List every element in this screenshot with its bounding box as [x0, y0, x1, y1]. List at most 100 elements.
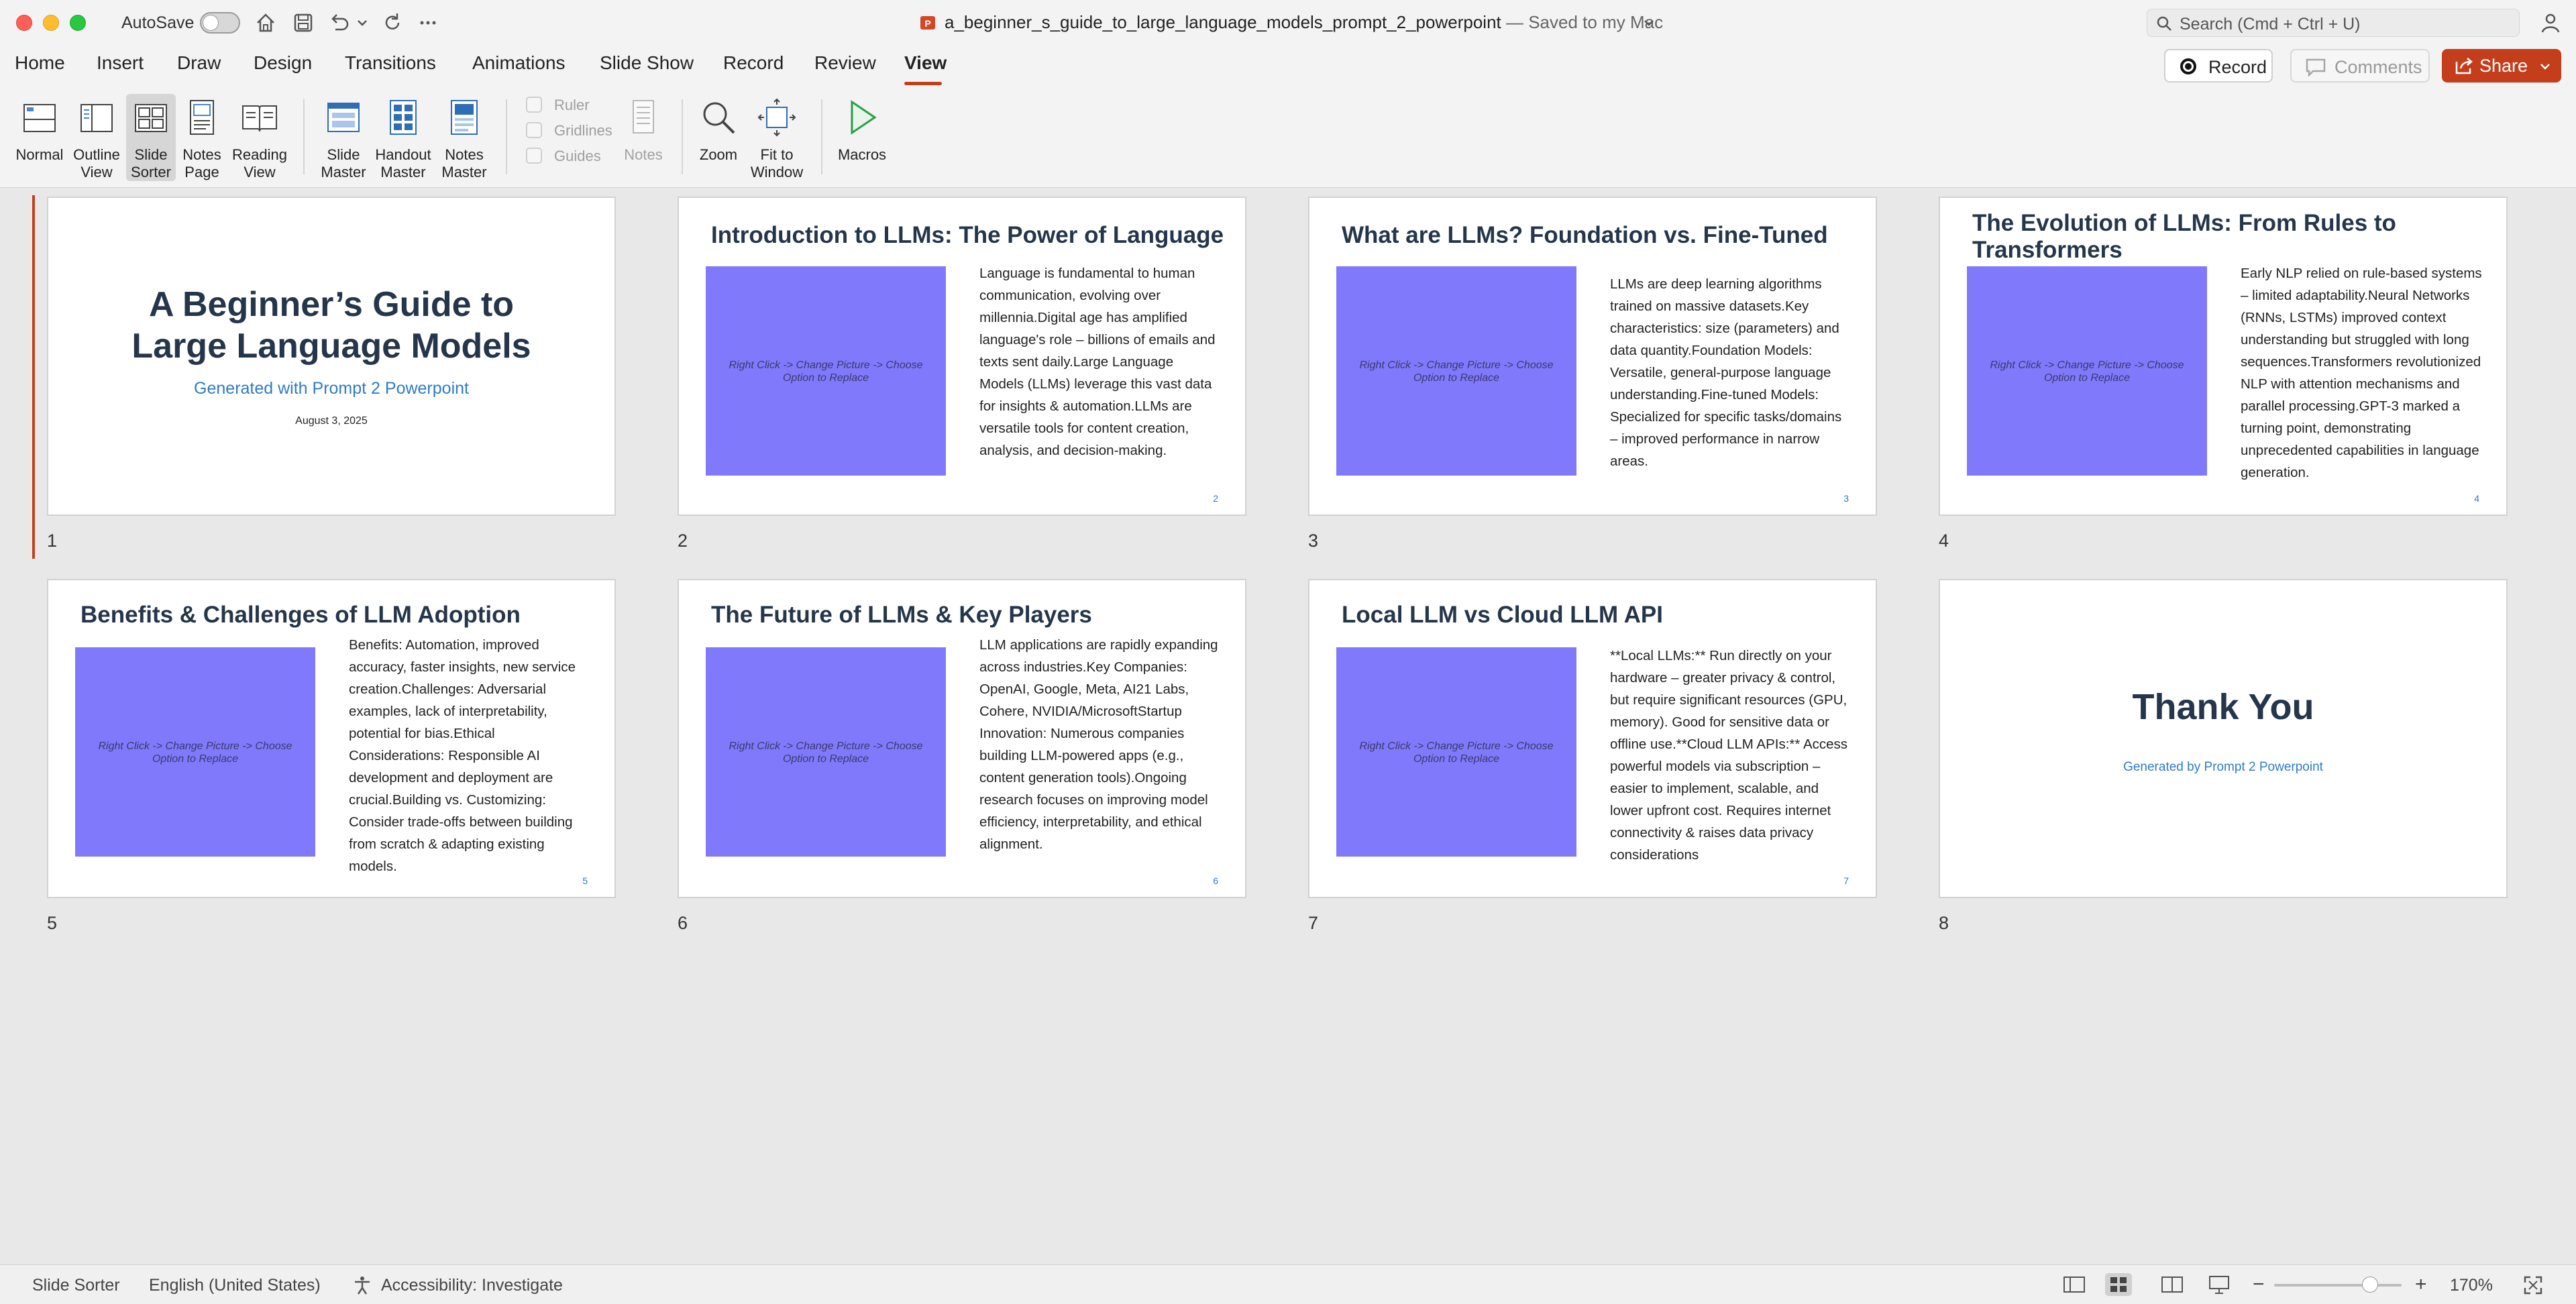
slide-6-title: The Future of LLMs & Key Players	[711, 602, 1092, 628]
slide-sorter-button[interactable]: Slide Sorter	[126, 94, 176, 181]
comment-icon	[2306, 58, 2326, 76]
autosave-toggle[interactable]	[200, 12, 240, 34]
zoom-icon	[703, 102, 735, 134]
slide-thumbnail-1[interactable]: A Beginner’s Guide to Large Language Mod…	[47, 197, 616, 516]
autosave-label: AutoSave	[121, 13, 195, 32]
slide-1-title: A Beginner’s Guide to Large Language Mod…	[131, 285, 531, 366]
account-icon[interactable]	[2538, 11, 2563, 35]
placeholder-text: Right Click -> Change Picture -> Choose …	[1359, 360, 1554, 384]
normal-view-button[interactable]: Normal	[11, 94, 68, 181]
fit-slide-to-window-icon[interactable]	[2522, 1274, 2544, 1296]
slide-thumbnail-2[interactable]: Introduction to LLMs: The Power of Langu…	[678, 197, 1246, 516]
gridlines-checkbox[interactable]	[526, 122, 542, 138]
selected-slide-indicator	[32, 195, 35, 559]
tab-review[interactable]: Review	[814, 52, 876, 74]
notes-master-button[interactable]: Notes Master	[436, 94, 492, 181]
accessibility-icon	[355, 1276, 370, 1295]
slide-show-status-icon[interactable]	[2206, 1273, 2233, 1296]
reading-view-button[interactable]: Reading View	[229, 94, 290, 181]
slide-thumbnail-3[interactable]: What are LLMs? Foundation vs. Fine-Tuned…	[1308, 197, 1877, 516]
macros-label: Macros	[837, 146, 887, 163]
search-input[interactable]: Search (Cmd + Ctrl + U)	[2147, 9, 2520, 37]
placeholder-text: Right Click -> Change Picture -> Choose …	[1359, 741, 1554, 765]
slide-5-title: Benefits & Challenges of LLM Adoption	[80, 602, 521, 628]
outline-view-button[interactable]: Outline View	[68, 94, 125, 181]
zoom-percentage[interactable]: 170%	[2450, 1276, 2493, 1295]
title-chevron-down-icon[interactable]	[1641, 15, 1657, 31]
picture-placeholder: Right Click -> Change Picture -> Choose …	[706, 266, 946, 476]
zoom-button[interactable]: Zoom	[694, 94, 743, 181]
toggle-knob	[203, 15, 219, 31]
tab-record[interactable]: Record	[723, 52, 784, 74]
notes-label: Notes	[624, 146, 663, 163]
tab-draw[interactable]: Draw	[177, 52, 221, 74]
zoom-slider[interactable]	[2274, 1284, 2402, 1287]
zoom-in-button[interactable]: +	[2415, 1273, 2427, 1296]
zoom-out-button[interactable]: −	[2253, 1273, 2265, 1296]
normal-view-status-icon[interactable]	[2061, 1273, 2088, 1296]
tab-slide-show[interactable]: Slide Show	[600, 52, 694, 74]
guides-checkbox[interactable]	[526, 148, 542, 164]
zoom-window-button[interactable]	[70, 15, 86, 31]
comments-button[interactable]: Comments	[2290, 49, 2430, 83]
slide-thumbnail-8[interactable]: Thank You Generated by Prompt 2 Powerpoi…	[1939, 579, 2508, 898]
slide-1-subtitle: Generated with Prompt 2 Powerpoint	[194, 379, 469, 398]
zoom-slider-thumb[interactable]	[2361, 1276, 2378, 1293]
placeholder-text: Right Click -> Change Picture -> Choose …	[98, 741, 292, 765]
powerpoint-file-icon: P	[920, 16, 935, 30]
tab-home[interactable]: Home	[15, 52, 65, 74]
undo-dropdown-chevron-icon[interactable]	[354, 9, 370, 36]
macros-button[interactable]: Macros	[832, 94, 892, 181]
tab-transitions[interactable]: Transitions	[345, 52, 436, 74]
notes-icon	[633, 100, 654, 133]
slide-5-page-number: 5	[582, 875, 588, 886]
slide-master-icon	[327, 103, 360, 132]
slide-thumbnail-6[interactable]: The Future of LLMs & Key Players Right C…	[678, 579, 1246, 898]
slide-master-button[interactable]: Slide Master	[315, 94, 372, 181]
save-icon[interactable]	[290, 9, 317, 36]
home-icon[interactable]	[252, 9, 279, 36]
ruler-checkbox[interactable]	[526, 97, 542, 113]
slide-thumbnail-7[interactable]: Local LLM vs Cloud LLM API Right Click -…	[1308, 579, 1877, 898]
tab-animations[interactable]: Animations	[472, 52, 566, 74]
share-button[interactable]: Share	[2442, 49, 2561, 83]
record-button[interactable]: Record	[2164, 49, 2273, 83]
slide-4-body: Early NLP relied on rule-based systems –…	[2241, 266, 2482, 480]
outline-view-icon	[80, 104, 113, 132]
tab-insert[interactable]: Insert	[97, 52, 144, 74]
close-window-button[interactable]	[16, 15, 32, 31]
status-language[interactable]: English (United States)	[149, 1276, 321, 1295]
notes-page-button[interactable]: Notes Page	[177, 94, 227, 181]
notes-master-icon	[451, 100, 478, 135]
ribbon-separator	[506, 99, 507, 174]
slide-sorter-label: Slide Sorter	[131, 146, 171, 180]
undo-icon[interactable]	[326, 9, 353, 36]
outline-view-label: Outline View	[73, 146, 120, 180]
more-options-icon[interactable]	[415, 9, 441, 36]
reading-view-status-icon[interactable]	[2159, 1273, 2186, 1296]
status-accessibility[interactable]: Accessibility: Investigate	[381, 1276, 563, 1295]
picture-placeholder: Right Click -> Change Picture -> Choose …	[1336, 647, 1576, 857]
tab-design[interactable]: Design	[254, 52, 312, 74]
svg-text:P: P	[924, 18, 930, 29]
slide-thumbnail-4[interactable]: The Evolution of LLMs: From Rules to Tra…	[1939, 197, 2508, 516]
minimize-window-button[interactable]	[43, 15, 59, 31]
fit-to-window-button[interactable]: Fit to Window	[745, 94, 809, 181]
tab-view[interactable]: View	[904, 52, 947, 74]
slide-8-title: Thank You	[2132, 687, 2314, 727]
handout-master-button[interactable]: Handout Master	[373, 94, 433, 181]
comments-button-label: Comments	[2334, 57, 2422, 77]
normal-view-label: Normal	[15, 146, 64, 163]
slide-4-page-number: 4	[2474, 493, 2479, 504]
document-title[interactable]: a_beginner_s_guide_to_large_language_mod…	[945, 12, 1663, 33]
slide-4-title: The Evolution of LLMs: From Rules to Tra…	[1972, 210, 2396, 263]
slide-thumbnail-5[interactable]: Benefits & Challenges of LLM Adoption Ri…	[47, 579, 616, 898]
search-placeholder: Search (Cmd + Ctrl + U)	[2180, 15, 2361, 34]
notes-button[interactable]: Notes	[619, 94, 668, 181]
record-dot-icon	[2180, 58, 2196, 74]
ribbon-separator	[682, 99, 683, 174]
redo-icon[interactable]	[380, 9, 407, 36]
slide-sorter-status-icon[interactable]	[2105, 1273, 2132, 1296]
slide-7-body: **Local LLMs:** Run directly on your har…	[1610, 648, 1848, 863]
slide-number: 6	[678, 913, 688, 933]
